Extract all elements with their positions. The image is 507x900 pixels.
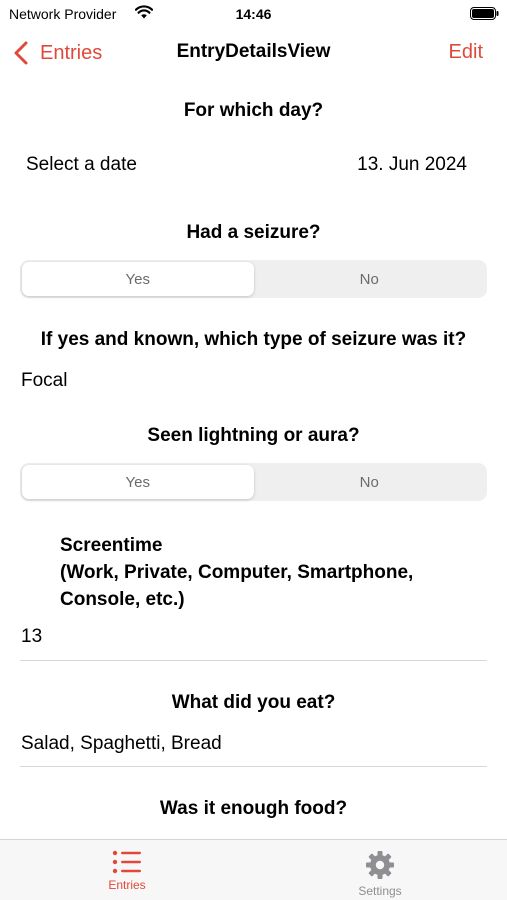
status-bar: Network Provider 14:46 [0,0,507,28]
day-question: For which day? [183,100,324,121]
seizure-type-question: If yes and known, which type of seizure … [40,329,467,350]
aura-option-yes[interactable]: Yes [22,465,254,499]
battery-icon [470,7,499,20]
seizure-option-yes[interactable]: Yes [22,262,254,296]
seizure-option-no[interactable]: No [254,262,486,296]
aura-option-no[interactable]: No [254,465,486,499]
seizure-question: Had a seizure? [186,222,321,243]
food-field[interactable]: Salad, Spaghetti, Bread [21,733,222,755]
gear-icon [366,851,394,879]
seizure-segmented-control[interactable]: Yes No [20,260,487,298]
aura-segmented-control[interactable]: Yes No [20,463,487,501]
edit-button[interactable]: Edit [449,41,483,64]
screentime-question: Screentime (Work, Private, Computer, Sma… [60,532,413,613]
page-title: EntryDetailsView [176,41,331,62]
screentime-title-line3: Console, etc.) [60,589,185,610]
aura-question: Seen lightning or aura? [147,425,360,446]
list-icon [112,850,141,874]
seizure-type-value[interactable]: Focal [21,370,67,392]
tab-settings[interactable]: Settings [320,840,440,900]
food-question: What did you eat? [171,692,336,713]
clock: 14:46 [235,6,272,22]
date-label: Select a date [26,154,137,175]
tab-entries[interactable]: Entries [67,840,187,900]
date-picker[interactable]: 13. Jun 2024 [357,154,467,176]
screentime-title-line1: Screentime [60,535,163,556]
divider [20,766,487,767]
enough-food-question: Was it enough food? [159,798,348,819]
screentime-title-line2: (Work, Private, Computer, Smartphone, [60,562,414,583]
screentime-field[interactable]: 13 [21,626,42,648]
navigation-bar: Entries EntryDetailsView Edit [0,28,507,78]
tab-settings-label: Settings [358,884,402,898]
tab-bar: Entries Settings [0,839,507,900]
tab-entries-label: Entries [108,878,146,892]
divider [20,660,487,661]
